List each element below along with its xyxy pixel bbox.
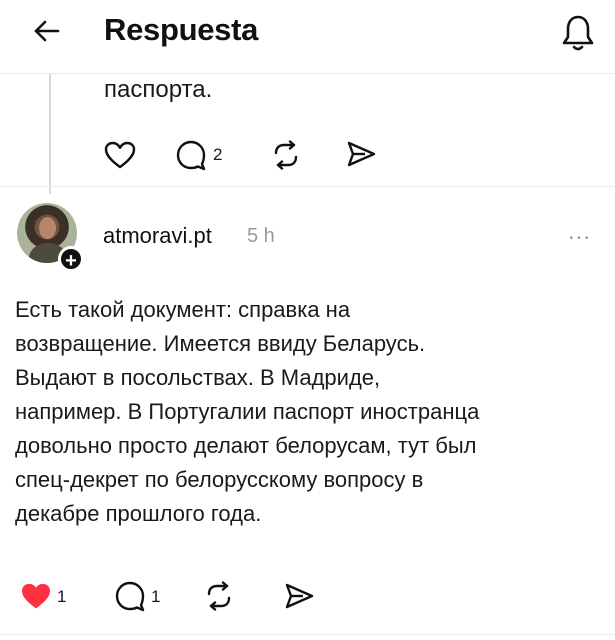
heart-icon: [104, 141, 136, 169]
header-divider: [0, 73, 615, 74]
reply-count: 2: [213, 145, 223, 164]
share-button[interactable]: [345, 139, 377, 169]
post-body: Есть такой документ: справка на возвраще…: [15, 293, 605, 531]
post-line: Выдают в посольствах. В Мадриде,: [15, 365, 381, 390]
post-author[interactable]: atmoravi.pt: [103, 223, 212, 249]
reply-button[interactable]: [175, 139, 207, 171]
bell-icon[interactable]: [560, 12, 596, 52]
parent-post-text: паспорта.: [104, 76, 213, 103]
like-count: 1: [57, 587, 67, 606]
bottom-divider: [0, 634, 615, 635]
like-button-active[interactable]: [20, 582, 52, 610]
post-divider: [0, 186, 615, 187]
send-icon: [285, 583, 314, 609]
repost-icon: [207, 581, 231, 611]
reply-count: 1: [151, 587, 161, 606]
page-title: Respuesta: [104, 12, 259, 47]
avatar-face: [39, 217, 56, 239]
post-line: например. В Португалии паспорт иностранц…: [15, 399, 480, 424]
arrow-left-icon[interactable]: [30, 14, 64, 48]
share-button[interactable]: [283, 581, 315, 611]
top-bar: Respuesta: [0, 0, 615, 62]
reply-button[interactable]: [114, 580, 146, 612]
post-line: декабре прошлого года.: [15, 501, 262, 526]
post-timestamp: 5 h: [247, 225, 275, 247]
comment-icon: [176, 140, 206, 171]
post-line: возвращение. Имеется ввиду Беларусь.: [15, 331, 426, 356]
like-button[interactable]: [103, 140, 137, 170]
post-line: довольно просто делают белорусам, тут бы…: [15, 433, 477, 458]
repost-icon: [274, 140, 298, 170]
post-line: спец-декрет по белорусскому вопросу в: [15, 467, 424, 492]
follow-plus-icon[interactable]: +: [58, 246, 84, 272]
post-line: Есть такой документ: справка на: [15, 297, 351, 322]
repost-button[interactable]: [270, 140, 302, 170]
heart-filled-icon: [21, 583, 51, 609]
more-options-icon[interactable]: ...: [568, 220, 591, 244]
comment-icon: [115, 581, 145, 612]
send-icon: [347, 141, 376, 167]
thread-line: [49, 74, 51, 194]
repost-button[interactable]: [203, 581, 235, 611]
